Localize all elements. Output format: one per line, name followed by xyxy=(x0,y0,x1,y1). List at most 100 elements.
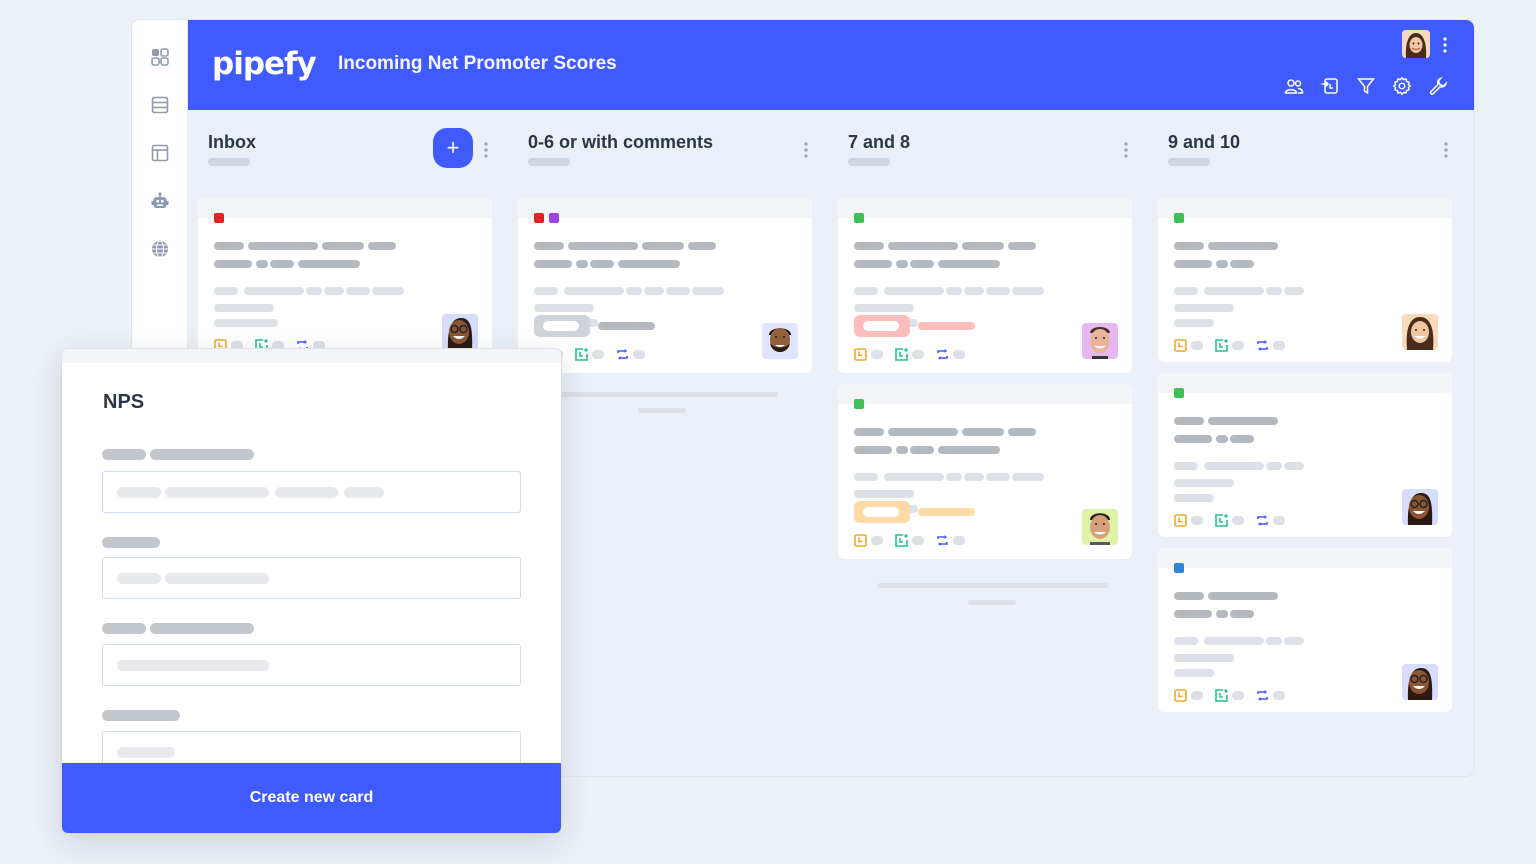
field-placeholder xyxy=(1204,287,1264,295)
card-meta xyxy=(1174,689,1293,702)
phase-count-placeholder xyxy=(1168,158,1210,166)
phase-more-icon[interactable] xyxy=(1444,142,1448,158)
assignee-avatar[interactable] xyxy=(1082,323,1118,359)
field-placeholder xyxy=(854,304,914,312)
title-placeholder xyxy=(1216,435,1228,443)
assignee-avatar[interactable] xyxy=(762,323,798,359)
phase-more-icon[interactable] xyxy=(1124,142,1128,158)
wrench-icon[interactable] xyxy=(1428,76,1448,96)
due-date-icon xyxy=(1174,339,1187,352)
user-avatar[interactable] xyxy=(1402,30,1430,58)
pipefy-logo[interactable]: pipefy xyxy=(212,46,317,82)
title-placeholder xyxy=(642,242,684,250)
database-icon[interactable] xyxy=(149,94,171,116)
card-label xyxy=(854,399,864,409)
sla-icon xyxy=(1215,689,1228,702)
title-placeholder xyxy=(534,260,572,268)
field-placeholder xyxy=(1012,473,1044,481)
title-placeholder xyxy=(270,260,294,268)
field-placeholder xyxy=(346,287,370,295)
field-placeholder xyxy=(1174,462,1198,470)
title-placeholder xyxy=(888,428,958,436)
phase-title: 0-6 or with comments xyxy=(528,132,714,152)
kanban-card[interactable] xyxy=(1158,373,1452,537)
layout-icon[interactable] xyxy=(149,142,171,164)
kanban-card[interactable] xyxy=(198,198,492,358)
field-placeholder xyxy=(214,319,278,327)
card-label xyxy=(214,213,224,223)
connections-icon xyxy=(1257,515,1268,526)
assignee-avatar[interactable] xyxy=(1402,489,1438,525)
assignee-avatar[interactable] xyxy=(1402,664,1438,700)
card-tag xyxy=(854,501,910,523)
more-options-icon[interactable] xyxy=(1442,36,1448,54)
form-field-1[interactable] xyxy=(102,471,521,513)
kanban-card[interactable] xyxy=(838,198,1132,373)
globe-icon[interactable] xyxy=(149,238,171,260)
field-placeholder xyxy=(1174,637,1198,645)
field-placeholder xyxy=(626,287,642,295)
filter-icon[interactable] xyxy=(1356,76,1376,96)
assignee-avatar[interactable] xyxy=(1082,509,1118,545)
due-date-icon xyxy=(1174,514,1187,527)
form-field-2[interactable] xyxy=(102,557,521,599)
phase-count-placeholder xyxy=(528,158,570,166)
phase-title: Inbox xyxy=(208,132,256,152)
card-meta xyxy=(854,534,973,547)
column-footer-placeholder xyxy=(638,408,686,413)
card-label xyxy=(854,213,864,223)
title-placeholder xyxy=(938,446,1000,454)
title-placeholder xyxy=(896,446,908,454)
create-new-card-button[interactable]: Create new card xyxy=(62,763,561,833)
title-placeholder xyxy=(896,260,908,268)
field-placeholder xyxy=(1284,637,1304,645)
title-placeholder xyxy=(576,260,588,268)
kanban-card[interactable] xyxy=(518,198,812,373)
title-placeholder xyxy=(1230,435,1254,443)
apps-grid-icon[interactable] xyxy=(149,46,171,68)
bot-icon[interactable] xyxy=(149,190,171,212)
add-card-button[interactable]: + xyxy=(433,128,473,168)
title-placeholder xyxy=(1208,417,1278,425)
assignee-avatar[interactable] xyxy=(1402,314,1438,350)
tag-text-placeholder xyxy=(918,322,975,330)
field-placeholder xyxy=(692,287,724,295)
card-label xyxy=(534,213,544,223)
import-icon[interactable] xyxy=(1320,76,1340,96)
kanban-card[interactable] xyxy=(1158,198,1452,362)
field-placeholder xyxy=(986,287,1010,295)
form-field-3[interactable] xyxy=(102,644,521,686)
title-placeholder xyxy=(1174,417,1204,425)
title-placeholder xyxy=(688,242,716,250)
title-placeholder xyxy=(1208,242,1278,250)
card-tag xyxy=(534,315,590,337)
members-icon[interactable] xyxy=(1284,76,1304,96)
title-placeholder xyxy=(1230,260,1254,268)
card-label xyxy=(1174,388,1184,398)
kanban-card[interactable] xyxy=(1158,548,1452,712)
title-placeholder xyxy=(1208,592,1278,600)
title-placeholder xyxy=(1230,610,1254,618)
form-title: NPS xyxy=(103,391,145,413)
phase-more-icon[interactable] xyxy=(484,142,488,158)
due-date-icon xyxy=(1174,689,1187,702)
sla-icon xyxy=(895,534,908,547)
field-placeholder xyxy=(854,473,878,481)
phase-more-icon[interactable] xyxy=(804,142,808,158)
field-placeholder xyxy=(964,287,984,295)
title-placeholder xyxy=(888,242,958,250)
settings-icon[interactable] xyxy=(1392,76,1412,96)
field-placeholder xyxy=(986,473,1010,481)
pipe-header: pipefy Incoming Net Promoter Scores xyxy=(188,20,1474,110)
kanban-card[interactable] xyxy=(838,384,1132,559)
field-placeholder xyxy=(306,287,322,295)
column-footer-placeholder xyxy=(558,392,778,397)
field-placeholder xyxy=(666,287,690,295)
title-placeholder xyxy=(256,260,268,268)
assignee-avatar[interactable] xyxy=(442,314,478,350)
title-placeholder xyxy=(962,428,1004,436)
field-placeholder xyxy=(854,287,878,295)
field-placeholder xyxy=(1284,287,1304,295)
sla-icon xyxy=(1215,339,1228,352)
title-placeholder xyxy=(534,242,564,250)
